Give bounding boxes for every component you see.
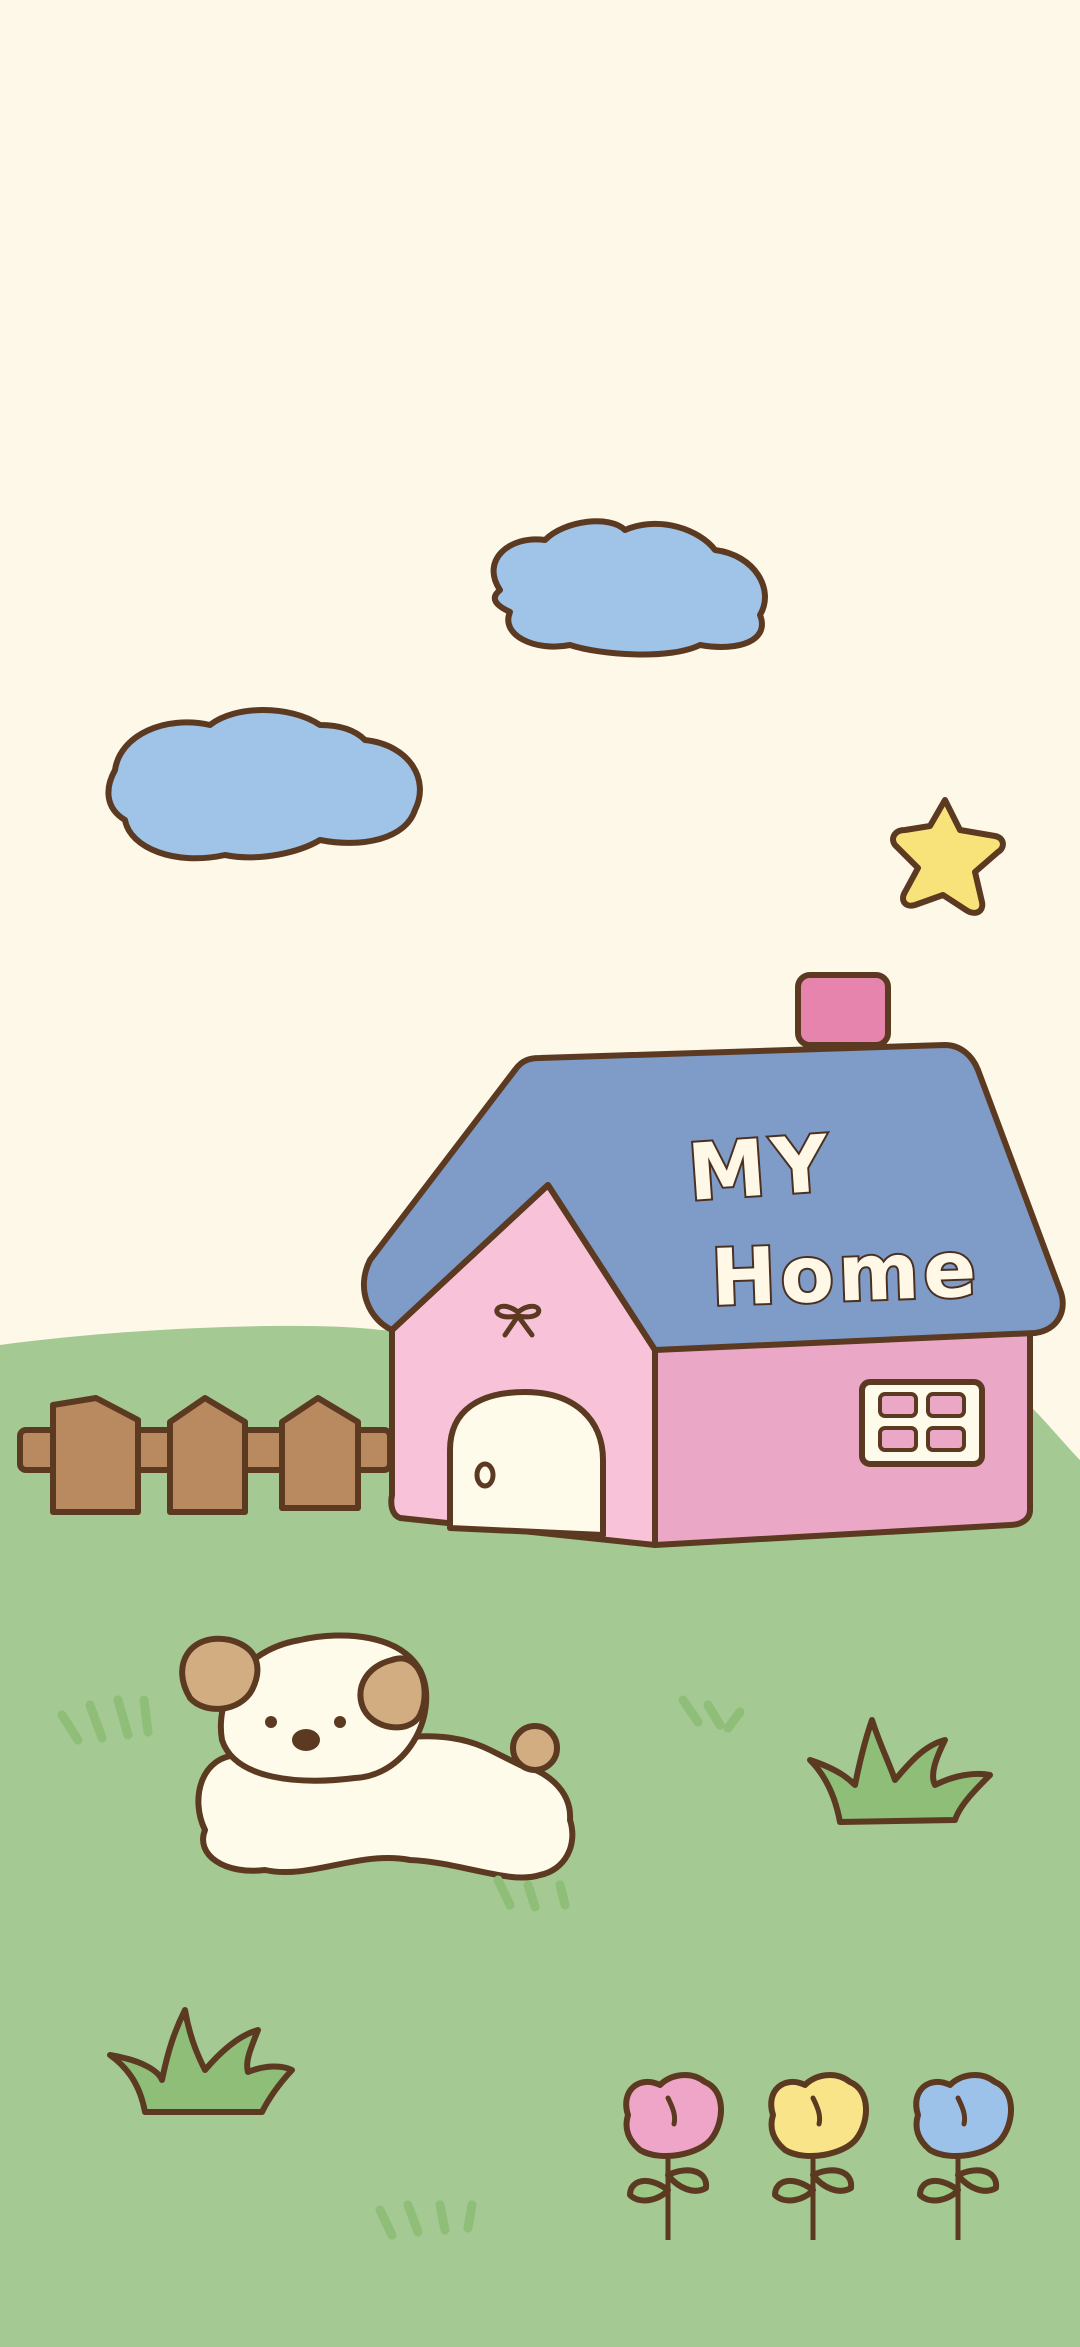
wallpaper-scene: MY Home <box>0 0 1080 2347</box>
dog-nose <box>292 1729 320 1751</box>
house-door <box>447 1389 606 1538</box>
dog-eye-left <box>265 1716 277 1728</box>
house-window <box>859 1379 985 1467</box>
chimney <box>795 972 891 1048</box>
dog-eye-right <box>334 1716 346 1728</box>
roof-sign-line1: MY <box>685 1119 837 1219</box>
dog-ear-right <box>357 1655 428 1731</box>
roof-sign-line2: Home <box>710 1225 982 1324</box>
dog-ear-left <box>179 1635 261 1712</box>
dog-tail <box>510 1723 560 1773</box>
fence-icon <box>17 1395 393 1515</box>
